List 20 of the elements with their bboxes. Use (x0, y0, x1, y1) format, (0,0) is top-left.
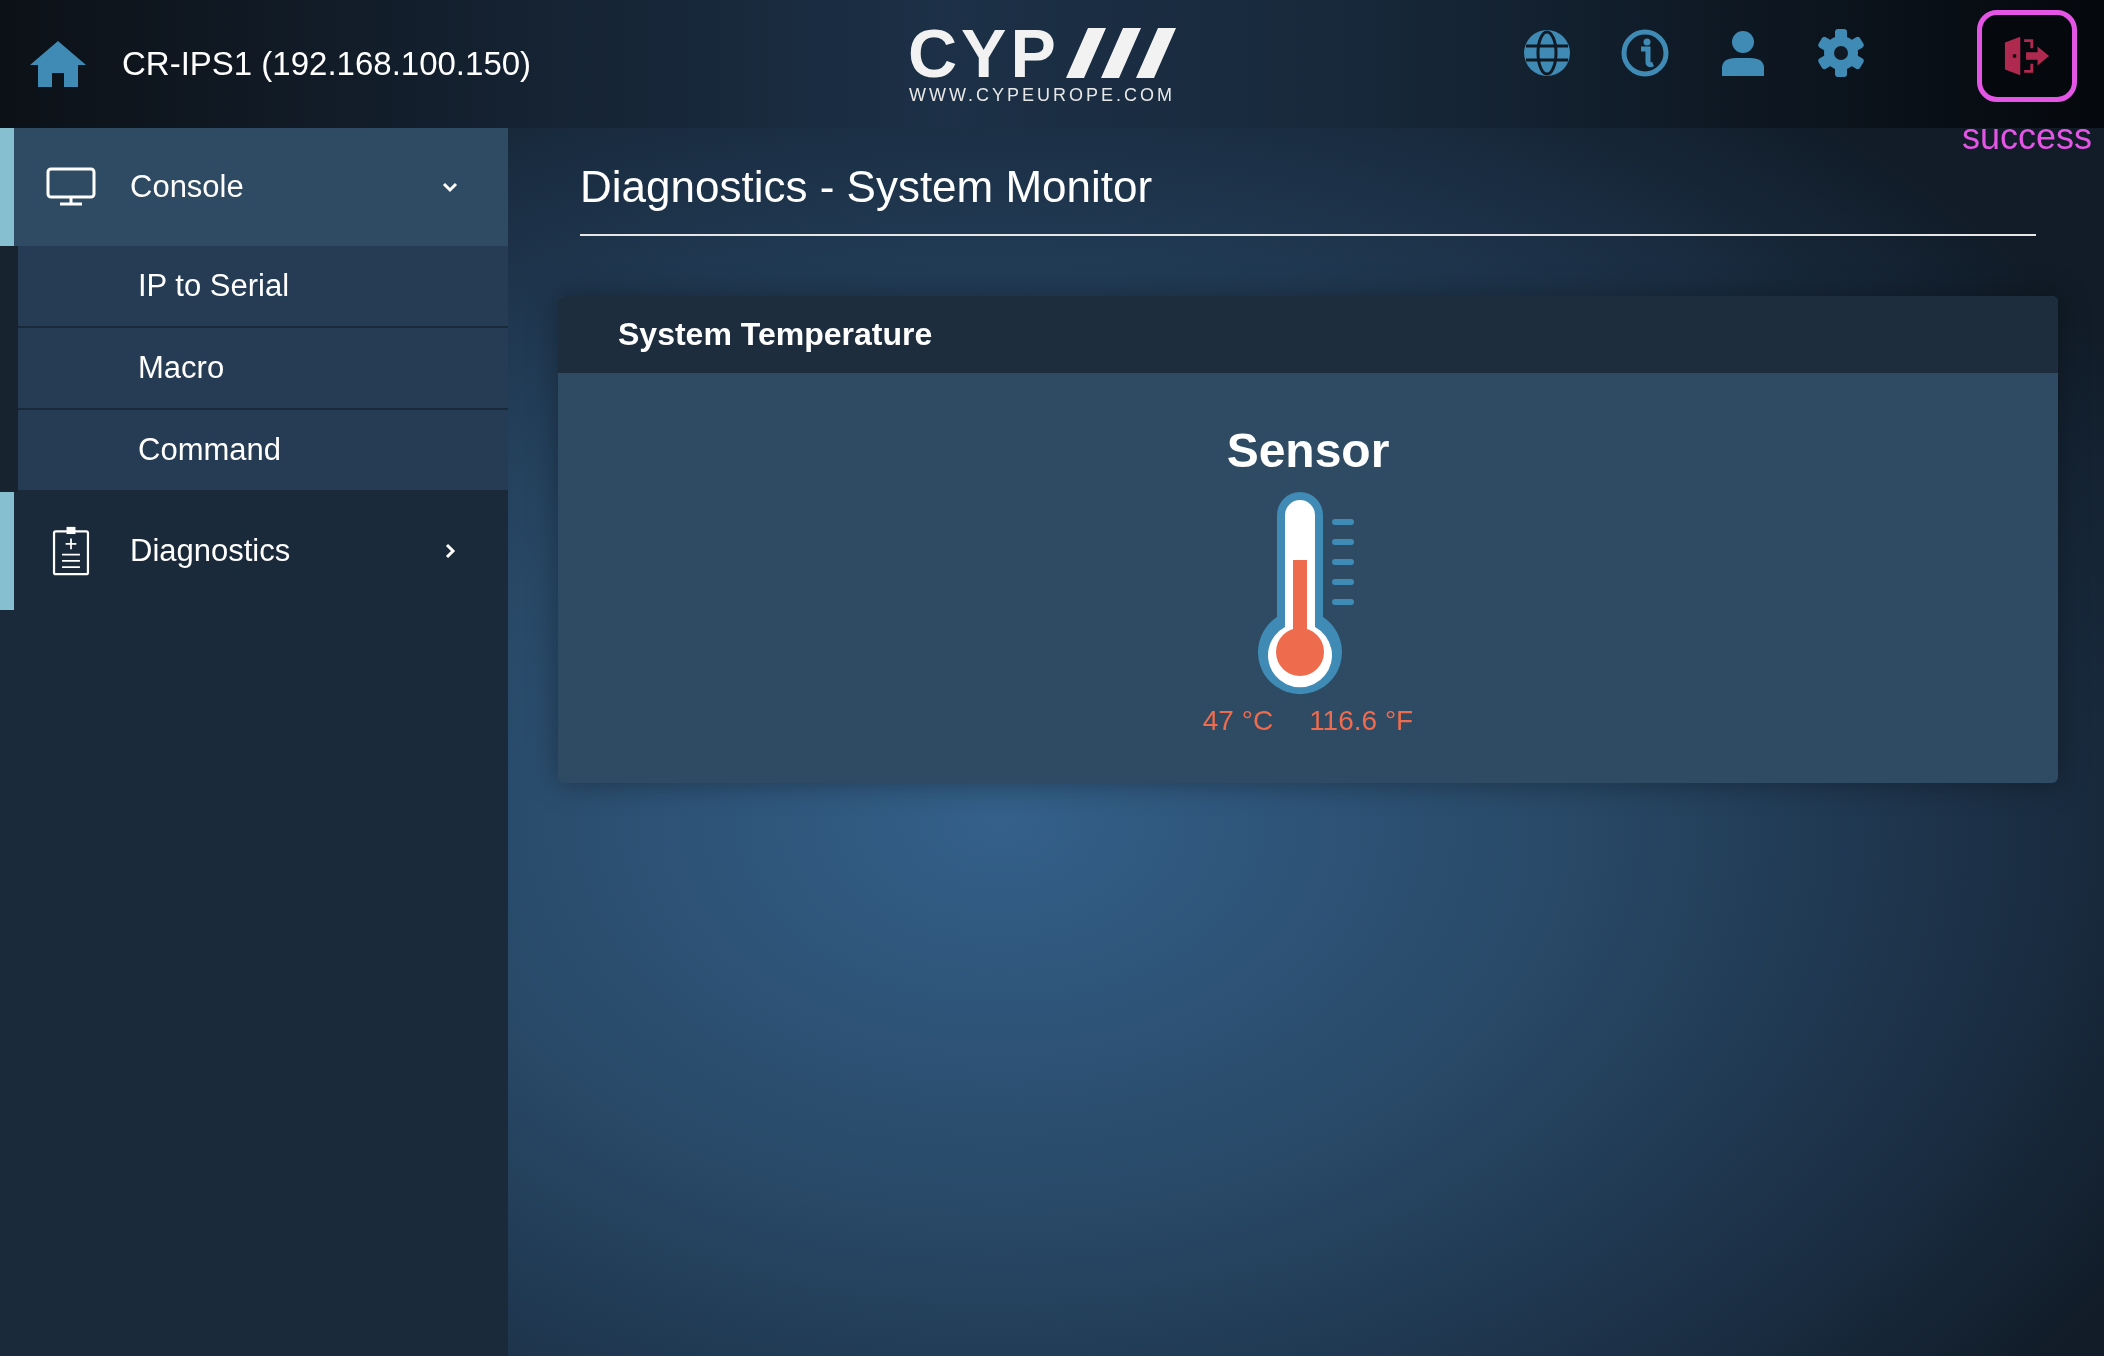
card-header: System Temperature (558, 296, 2058, 373)
info-icon[interactable] (1619, 28, 1670, 78)
celsius-reading: 47 °C (1202, 705, 1274, 737)
exit-door-icon (2002, 36, 2051, 76)
logo-url: WWW.CYPEUROPE.COM (908, 84, 1175, 106)
logout-button[interactable] (1976, 10, 2077, 102)
logo-mark: CYP (908, 22, 1060, 83)
submenu-item[interactable]: IP to Serial (18, 246, 508, 328)
sensor-label: Sensor (1226, 423, 1390, 478)
submenu-item[interactable]: Macro (18, 328, 508, 410)
settings-icon[interactable] (1815, 28, 1866, 78)
device-title: CR-IPS1 (192.168.100.150) (122, 45, 532, 83)
slashes-icon (1065, 27, 1176, 78)
submenu-item[interactable]: Command (18, 410, 508, 492)
globe-icon[interactable] (1521, 28, 1572, 78)
home-icon[interactable] (28, 39, 88, 89)
logout-status: success (1961, 116, 2092, 158)
page-title: Diagnostics - System Monitor (580, 162, 2036, 236)
sidebar-item[interactable]: Console (0, 128, 508, 246)
fahrenheit-reading: 116.6 °F (1309, 705, 1414, 737)
